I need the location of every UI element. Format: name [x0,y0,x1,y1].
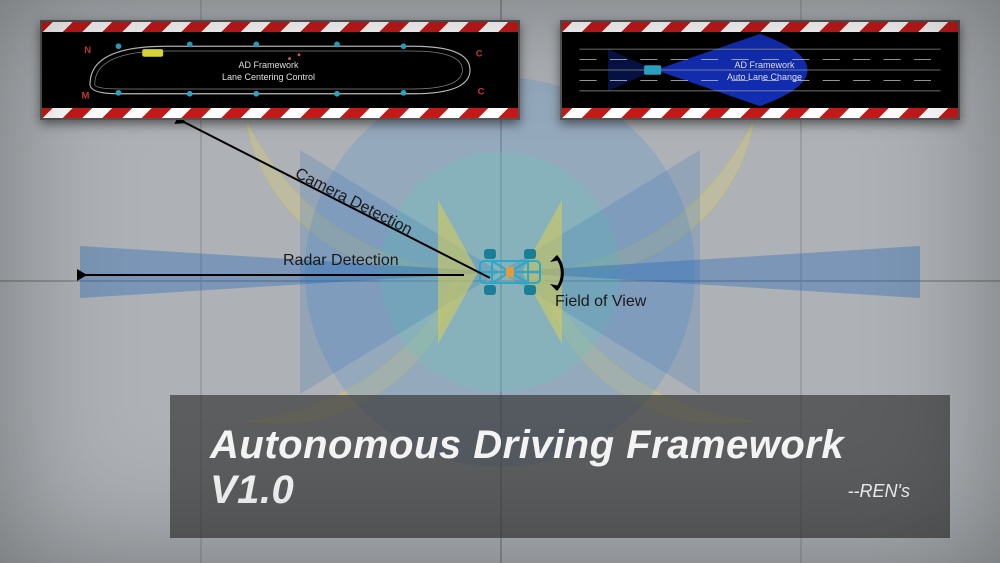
panel-right-subtitle: Auto Lane Change [727,72,802,84]
panel-lane-centering: N C M C AD Framework Lane Centering Cont… [40,20,520,120]
title-headline: Autonomous Driving Framework V1.0 [210,423,910,513]
svg-text:M: M [81,91,89,102]
svg-text:C: C [476,49,483,60]
panel-left-title: AD Framework [222,60,315,72]
panel-right-title: AD Framework [727,60,802,72]
radar-detection-arrow [78,274,464,276]
panel-auto-lane-change: AD Framework Auto Lane Change [560,20,960,120]
svg-text:N: N [84,45,91,56]
radar-detection-label: Radar Detection [283,252,399,270]
panel-left-subtitle: Lane Centering Control [222,72,315,84]
svg-text:C: C [478,87,485,98]
field-of-view-arc [548,248,598,298]
title-byline: --REN's [848,481,910,502]
field-of-view-label: Field of View [555,293,646,311]
title-card: Autonomous Driving Framework V1.0 --REN'… [170,395,950,538]
diagram-stage: Camera Detection Radar Detection Field o… [0,0,1000,563]
camera-detection-label: Camera Detection [292,165,415,240]
